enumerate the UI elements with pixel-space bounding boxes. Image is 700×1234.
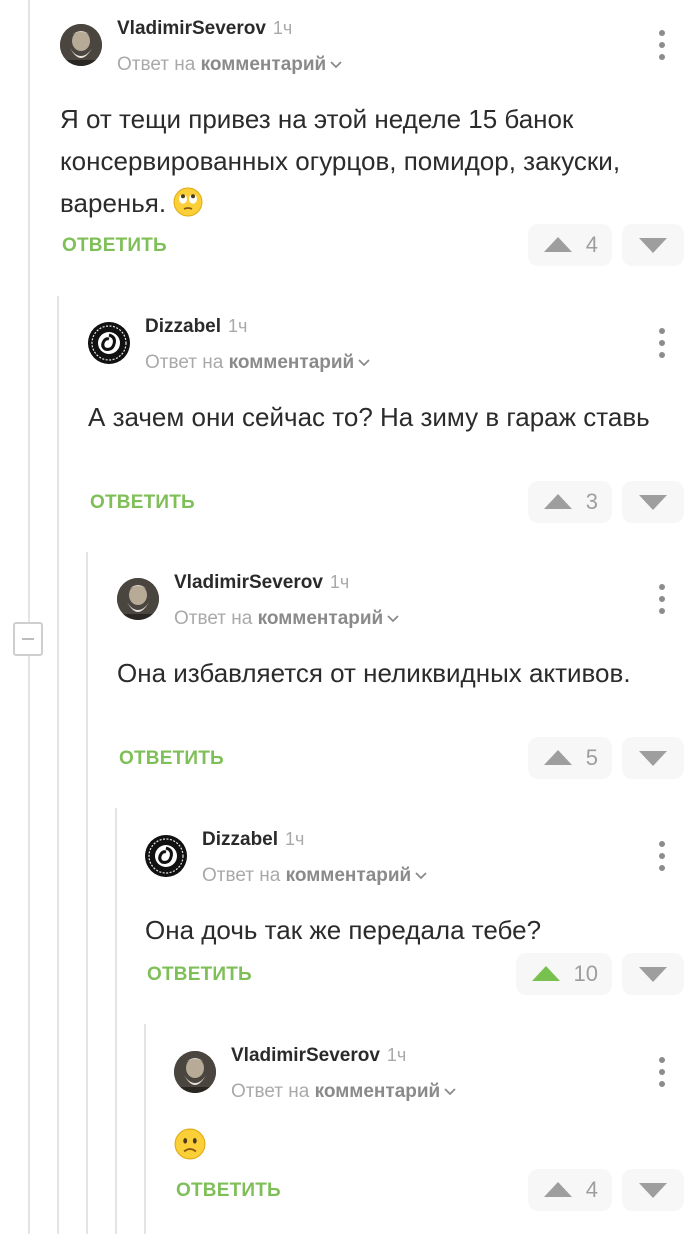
downvote-arrow-icon [639, 967, 667, 982]
chevron-down-icon [387, 615, 399, 623]
thread-line-level-0 [28, 0, 30, 1234]
thread-line-level-3 [115, 808, 117, 1234]
comment-text: А зачем они сейчас то? На зиму в гараж с… [88, 402, 650, 432]
author-name[interactable]: VladimirSeverov 1ч [117, 18, 292, 40]
upvote-button[interactable]: 10 [516, 953, 612, 995]
old-man-avatar-icon [174, 1051, 216, 1093]
reply-to-link[interactable]: Ответ на комментарий [202, 865, 427, 887]
upvote-button[interactable]: 4 [528, 1169, 612, 1211]
comment-text: Она избавляется от неликвидных активов. [117, 658, 631, 688]
reply-to-link[interactable]: Ответ на комментарий [117, 54, 342, 76]
downvote-button[interactable] [622, 953, 684, 995]
rating-count: 3 [585, 489, 598, 514]
rating-count: 5 [585, 745, 598, 770]
reply-button[interactable]: ОТВЕТИТЬ [119, 748, 224, 770]
comment-menu-icon[interactable] [652, 30, 672, 64]
reply-button[interactable]: ОТВЕТИТЬ [147, 964, 252, 986]
comment-menu-icon[interactable] [652, 328, 672, 362]
thread-line-level-1 [57, 296, 59, 1234]
downvote-button[interactable] [622, 737, 684, 779]
collapse-thread-button[interactable] [13, 622, 43, 656]
downvote-button[interactable] [622, 1169, 684, 1211]
downvote-arrow-icon [639, 1183, 667, 1198]
old-man-avatar-icon [60, 24, 102, 66]
downvote-button[interactable] [622, 224, 684, 266]
upvote-button[interactable]: 4 [528, 224, 612, 266]
downvote-arrow-icon [639, 238, 667, 253]
eye-roll-emoji-icon [173, 187, 203, 217]
comment-text: Она дочь так же передала тебе? [145, 915, 542, 945]
upvote-arrow-icon [544, 237, 572, 252]
upvote-arrow-icon [544, 750, 572, 765]
upvote-arrow-icon [532, 966, 560, 981]
reply-to-link[interactable]: Ответ на комментарий [174, 608, 399, 630]
reply-button[interactable]: ОТВЕТИТЬ [62, 235, 167, 257]
chevron-down-icon [330, 61, 342, 69]
comment-menu-icon[interactable] [652, 841, 672, 875]
upvote-button[interactable]: 3 [528, 481, 612, 523]
downvote-arrow-icon [639, 495, 667, 510]
author-name[interactable]: Dizzabel 1ч [202, 829, 304, 851]
downvote-button[interactable] [622, 481, 684, 523]
avatar[interactable] [60, 24, 102, 66]
author-name[interactable]: VladimirSeverov 1ч [174, 572, 349, 594]
avatar[interactable] [88, 322, 130, 364]
chevron-down-icon [444, 1088, 456, 1096]
avatar[interactable] [174, 1051, 216, 1093]
thread-line-level-2 [86, 552, 88, 1234]
upvote-arrow-icon [544, 494, 572, 509]
avatar[interactable] [117, 578, 159, 620]
comment-time: 1ч [272, 18, 293, 38]
author-name[interactable]: VladimirSeverov 1ч [231, 1045, 406, 1067]
upvote-arrow-icon [544, 1182, 572, 1197]
thread-line-level-4 [144, 1024, 146, 1234]
comment-time: 1ч [386, 1045, 407, 1065]
reply-button[interactable]: ОТВЕТИТЬ [176, 1180, 281, 1202]
author-name[interactable]: Dizzabel 1ч [145, 316, 247, 338]
avatar[interactable] [145, 835, 187, 877]
comment-menu-icon[interactable] [652, 1057, 672, 1091]
comment-time: 1ч [285, 829, 305, 849]
comment-time: 1ч [228, 316, 248, 336]
chevron-down-icon [358, 359, 370, 367]
reply-button[interactable]: ОТВЕТИТЬ [90, 492, 195, 514]
rating-count: 4 [585, 1177, 598, 1202]
rating-count: 4 [585, 232, 598, 257]
chevron-down-icon [415, 872, 427, 880]
black-round-logo-avatar-icon [145, 835, 187, 877]
upvote-button[interactable]: 5 [528, 737, 612, 779]
old-man-avatar-icon [117, 578, 159, 620]
comment-text [174, 1125, 660, 1167]
reply-to-link[interactable]: Ответ на комментарий [145, 352, 370, 374]
reply-to-link[interactable]: Ответ на комментарий [231, 1081, 456, 1103]
comment-menu-icon[interactable] [652, 584, 672, 618]
comment-time: 1ч [329, 572, 350, 592]
slightly-frowning-emoji-icon [174, 1128, 206, 1160]
downvote-arrow-icon [639, 751, 667, 766]
rating-count: 10 [573, 961, 598, 986]
black-round-logo-avatar-icon [88, 322, 130, 364]
comment-text: Я от тещи привез на этой неделе 15 банок… [60, 104, 621, 218]
